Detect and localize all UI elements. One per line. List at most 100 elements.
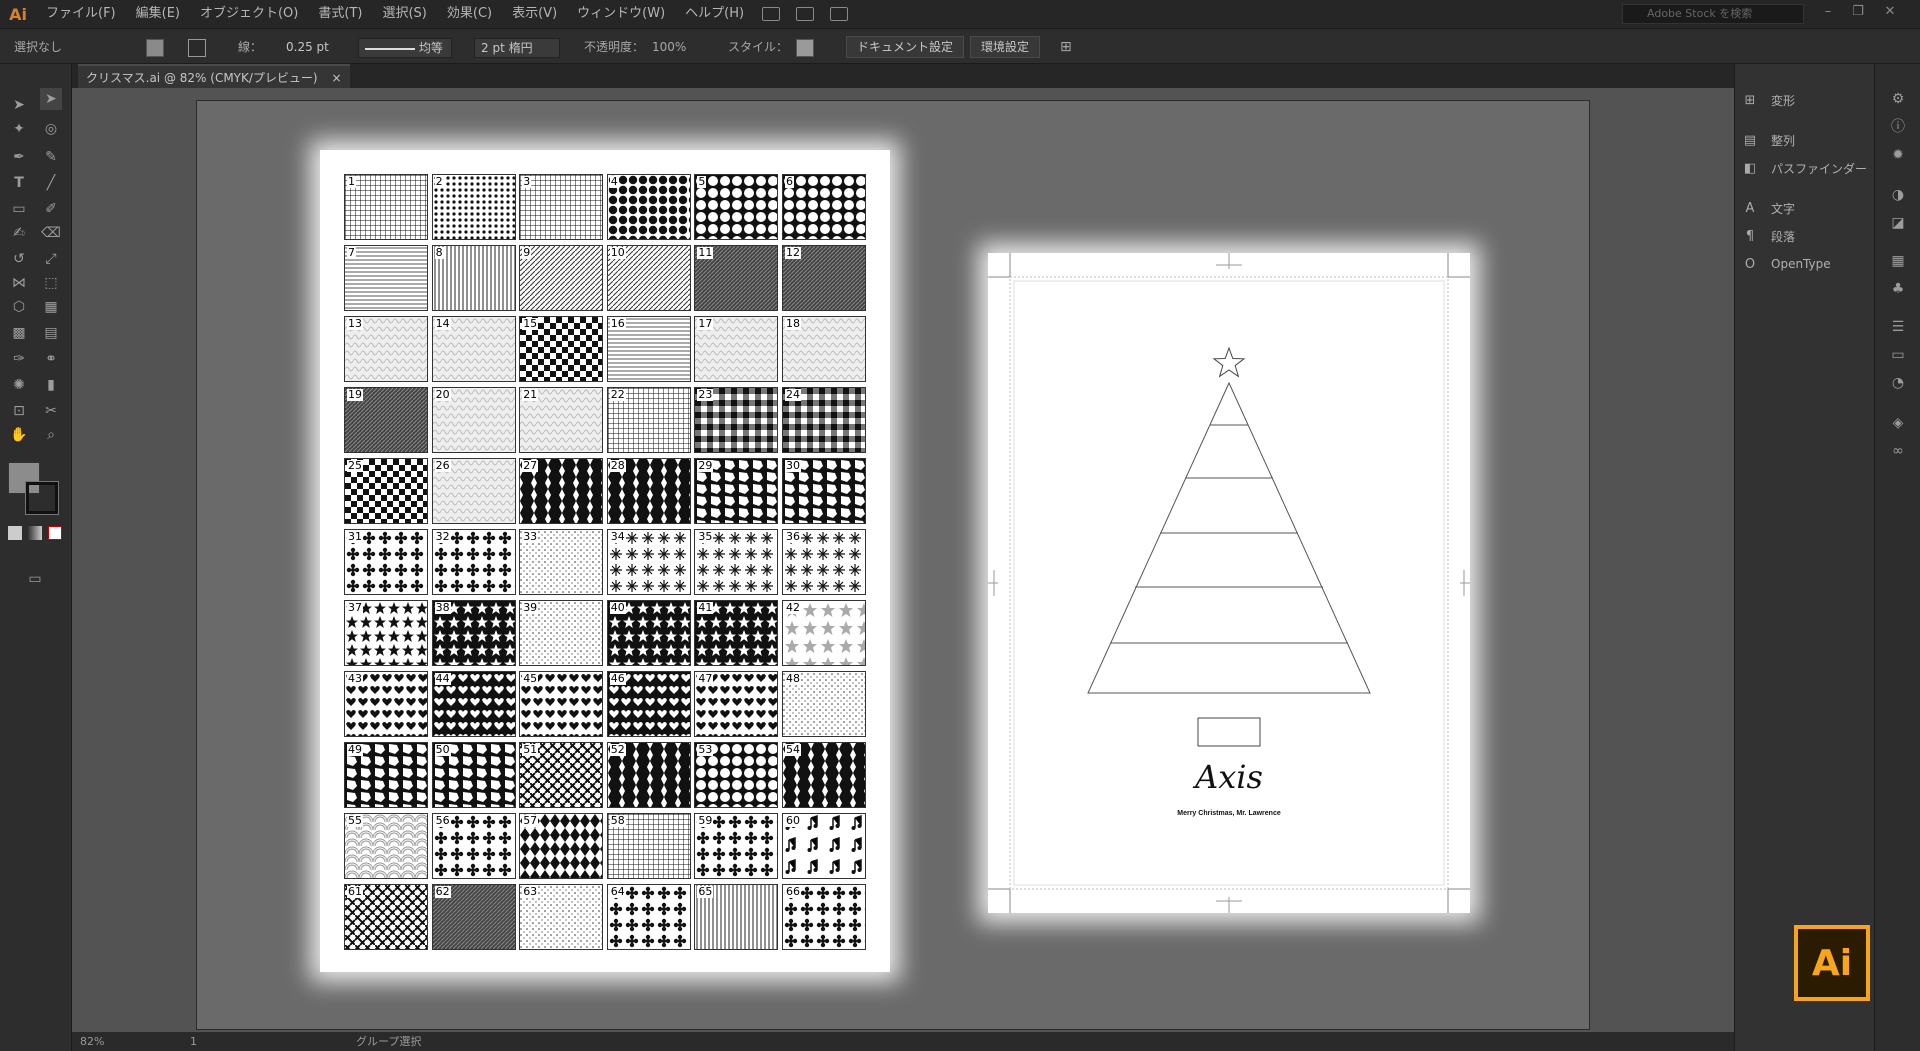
brush-select[interactable]: 2 pt 楕円 — [474, 38, 560, 58]
stroke-panel-icon[interactable]: ☰ — [1889, 318, 1907, 336]
brushes-icon[interactable]: ♣ — [1889, 280, 1907, 298]
graph-tool-icon[interactable]: ▮ — [40, 374, 62, 396]
document-setup-button[interactable]: ドキュメント設定 — [846, 36, 965, 58]
pattern-swatch[interactable]: 11 — [694, 245, 779, 311]
scale-tool-icon[interactable]: ⤢ — [40, 248, 62, 270]
document-tab[interactable]: クリスマス.ai @ 82% (CMYK/プレビュー) × — [78, 64, 350, 88]
zoom-level[interactable]: 82% — [80, 1032, 104, 1051]
slice-tool-icon[interactable]: ✂ — [40, 400, 62, 422]
symbol-sprayer-icon[interactable]: ✺ — [8, 374, 30, 396]
pattern-swatch[interactable]: 5 — [694, 174, 779, 240]
pattern-swatch[interactable]: 19 — [344, 387, 428, 453]
menu-type[interactable]: 書式(T) — [308, 0, 372, 28]
shaper-tool-icon[interactable]: ✍ — [8, 222, 30, 244]
pattern-swatch[interactable]: 3 — [519, 174, 604, 240]
menu-edit[interactable]: 編集(E) — [126, 0, 190, 28]
pattern-swatch[interactable]: 7 — [344, 245, 428, 311]
pattern-swatch[interactable]: 47 — [694, 671, 779, 737]
pattern-swatch[interactable]: 57 — [519, 813, 604, 879]
rectangle-tool-icon[interactable]: ▭ — [8, 198, 30, 220]
gradient-tool-icon[interactable]: ▤ — [40, 322, 62, 344]
stroke-profile-select[interactable]: 均等 — [358, 38, 452, 58]
links-icon[interactable]: ∞ — [1889, 442, 1907, 460]
pattern-swatch[interactable]: 8 — [431, 245, 516, 311]
pattern-swatch[interactable]: 50 — [431, 742, 516, 808]
pattern-swatch[interactable]: 22 — [606, 387, 691, 453]
pattern-swatch[interactable]: 40 — [606, 600, 691, 666]
pattern-swatch[interactable]: 38 — [431, 600, 516, 666]
type-tool-icon[interactable]: T — [8, 172, 30, 194]
stock-icon[interactable] — [796, 7, 815, 21]
pattern-swatch[interactable]: 12 — [782, 245, 866, 311]
pattern-swatch[interactable]: 43 — [344, 671, 428, 737]
stroke-color-swatch[interactable] — [25, 481, 59, 515]
panel-pathfinder[interactable]: ◧ パスファインダー — [1743, 156, 1867, 180]
stroke-swatch[interactable] — [188, 39, 206, 57]
pattern-swatch[interactable]: 56 — [431, 813, 516, 879]
color-guide-icon[interactable]: ◑ — [1889, 186, 1907, 204]
menu-select[interactable]: 選択(S) — [372, 0, 436, 28]
pattern-swatch[interactable]: 30 — [782, 458, 866, 524]
artboard-tool-icon[interactable]: ⊡ — [8, 400, 30, 422]
pattern-swatch[interactable]: 37 — [344, 600, 428, 666]
pattern-swatch[interactable]: 36 — [782, 529, 866, 595]
pattern-swatch[interactable]: 65 — [694, 884, 779, 950]
pattern-swatch[interactable]: 2 — [431, 174, 516, 240]
curvature-tool-icon[interactable]: ✎ — [40, 146, 62, 168]
none-mode-icon[interactable] — [48, 526, 62, 540]
panel-align[interactable]: ▤ 整列 — [1743, 128, 1795, 152]
restore-button[interactable]: ❐ — [1850, 4, 1866, 20]
arrange-icon[interactable]: ⊞ — [1060, 29, 1072, 65]
screen-mode-icon[interactable]: ▭ — [24, 568, 46, 590]
preferences-button[interactable]: 環境設定 — [970, 36, 1041, 58]
pattern-swatch[interactable]: 34 — [606, 529, 691, 595]
pattern-swatch[interactable]: 15 — [519, 316, 604, 382]
direct-selection-tool-icon[interactable]: ➤ — [40, 88, 62, 110]
pattern-swatch[interactable]: 35 — [694, 529, 779, 595]
zoom-tool-icon[interactable]: ⌕ — [40, 424, 62, 446]
pattern-swatch[interactable]: 52 — [606, 742, 691, 808]
pattern-swatch[interactable]: 25 — [344, 458, 428, 524]
fill-swatch[interactable] — [146, 39, 164, 57]
close-button[interactable]: ✕ — [1882, 4, 1898, 20]
panel-transform[interactable]: ⊞ 変形 — [1743, 88, 1795, 112]
menu-view[interactable]: 表示(V) — [502, 0, 567, 28]
eraser-icon[interactable]: ⌫ — [40, 222, 62, 244]
selection-tool-icon[interactable]: ➤ — [8, 94, 30, 116]
pattern-sheet-artboard[interactable]: 1 2 3 4 5 6 7 8 9 10 11 12 13 14 15 16 17 18 19 20 21 22 23 24 2… — [320, 150, 890, 972]
pattern-swatch[interactable]: 20 — [431, 387, 516, 453]
opacity-field[interactable]: 100% — [652, 29, 686, 65]
pattern-swatch[interactable]: 17 — [694, 316, 779, 382]
pattern-swatch[interactable]: 33 — [519, 529, 604, 595]
arrange-documents-icon[interactable] — [830, 7, 849, 21]
pattern-swatch[interactable]: 16 — [606, 316, 691, 382]
lasso-icon[interactable]: ◎ — [40, 118, 62, 140]
gradient-mode-icon[interactable] — [28, 526, 42, 540]
pattern-swatch[interactable]: 61 — [344, 884, 428, 950]
stock-search-input[interactable]: Adobe Stock を検索 — [1622, 4, 1804, 24]
pattern-swatch[interactable]: 62 — [431, 884, 516, 950]
pattern-swatch[interactable]: 4 — [606, 174, 691, 240]
pattern-swatch[interactable]: 59 — [694, 813, 779, 879]
pattern-swatch[interactable]: 27 — [519, 458, 604, 524]
pattern-swatch[interactable]: 13 — [344, 316, 428, 382]
menu-effect[interactable]: 効果(C) — [437, 0, 502, 28]
panel-opentype[interactable]: O OpenType — [1743, 252, 1831, 276]
pattern-swatch[interactable]: 21 — [519, 387, 604, 453]
panel-character[interactable]: A 文字 — [1743, 196, 1795, 220]
paintbrush-icon[interactable]: ✐ — [40, 198, 62, 220]
free-transform-icon[interactable]: ⬚ — [40, 272, 62, 294]
width-tool-icon[interactable]: ⋈ — [8, 272, 30, 294]
card-artboard[interactable]: Axis Merry Christmas, Mr. Lawrence — [988, 253, 1470, 913]
layers-icon[interactable]: ◈ — [1889, 414, 1907, 432]
menu-help[interactable]: ヘルプ(H) — [675, 0, 754, 28]
pattern-swatch[interactable]: 49 — [344, 742, 428, 808]
tab-close-icon[interactable]: × — [331, 71, 341, 85]
pattern-swatch[interactable]: 64 — [606, 884, 691, 950]
rotate-tool-icon[interactable]: ↺ — [8, 248, 30, 270]
pattern-swatch[interactable]: 44 — [431, 671, 516, 737]
pattern-swatch[interactable]: 51 — [519, 742, 604, 808]
magic-wand-icon[interactable]: ✦ — [8, 118, 30, 140]
info-icon[interactable]: ⓘ — [1889, 118, 1907, 136]
perspective-grid-icon[interactable]: ▦ — [40, 296, 62, 318]
